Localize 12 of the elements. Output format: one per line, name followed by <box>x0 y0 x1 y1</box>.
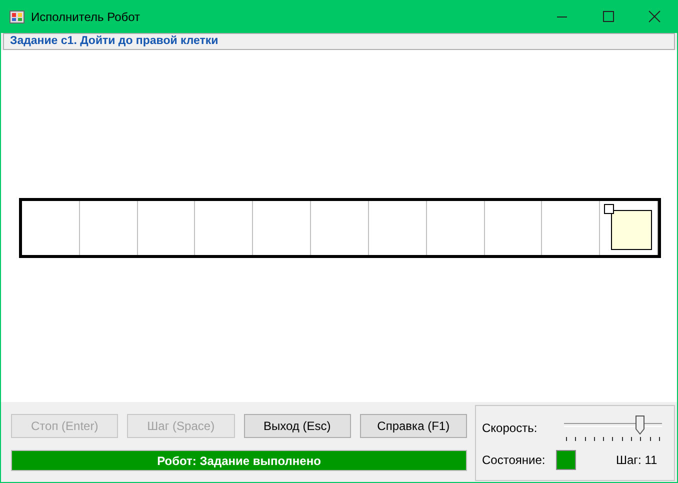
step-counter: Шаг: 11 <box>616 453 658 467</box>
command-button[interactable]: Справка (F1) <box>360 414 467 438</box>
command-button[interactable]: Выход (Esc) <box>244 414 351 438</box>
app-icon <box>9 9 25 25</box>
slider-thumb[interactable] <box>634 415 645 435</box>
task-label: Задание с1. Дойти до правой клетки <box>3 33 675 50</box>
robot-icon <box>604 204 652 250</box>
window-title: Исполнитель Робот <box>31 10 142 24</box>
status-bar: Робот: Задание выполнено <box>11 450 467 471</box>
state-label: Состояние: <box>482 453 546 467</box>
speed-slider[interactable] <box>561 414 665 442</box>
speed-label: Скорость: <box>482 421 538 435</box>
